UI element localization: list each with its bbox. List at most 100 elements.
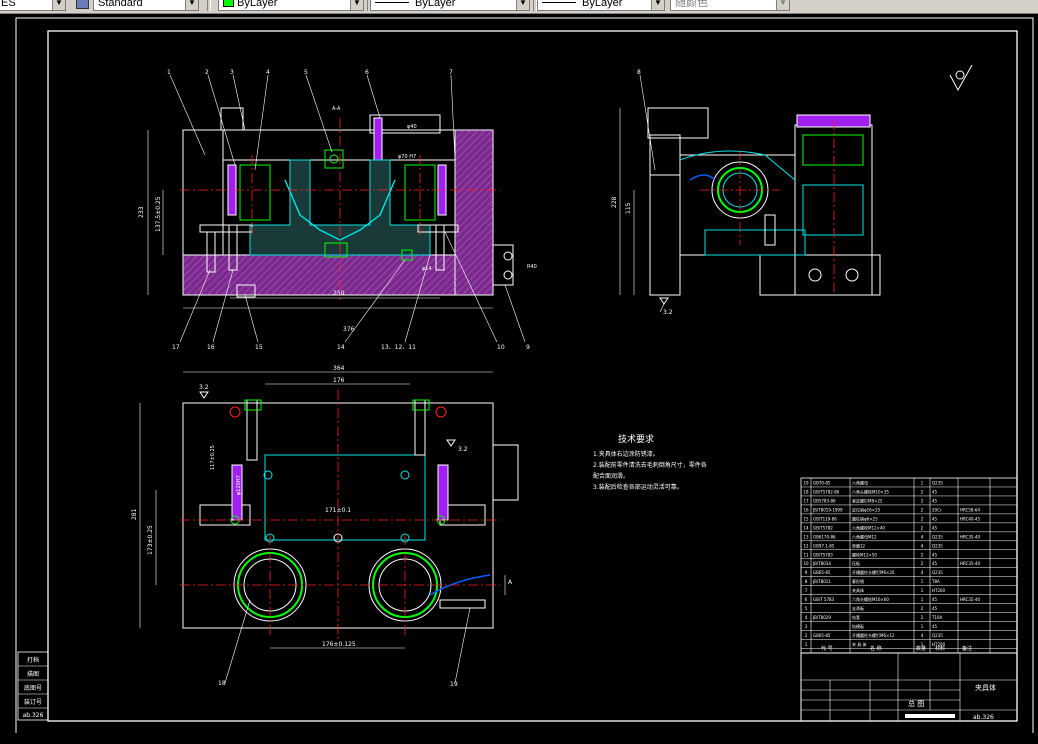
outer-border — [15, 17, 1034, 735]
bom-cell: 夹具体 — [852, 587, 864, 593]
bom-cell: T10A — [931, 615, 943, 620]
chevron-down-icon[interactable]: ▼ — [651, 0, 664, 10]
bom-cell: 4 — [921, 534, 924, 539]
bom-cell: 15 — [803, 516, 809, 521]
lineweight-dropdown[interactable]: ByLayer ▼ — [537, 0, 665, 11]
bom-cell: 4 — [805, 615, 808, 620]
dim-171: 171±0.1 — [325, 507, 351, 514]
text-style-dropdown[interactable]: Standard ▼ — [93, 0, 199, 11]
bom-cell: 2 — [921, 552, 924, 557]
linetype-dropdown[interactable]: ByLayer ▼ — [370, 0, 530, 11]
bom-cell: 45 — [932, 516, 938, 521]
label-18: 18 — [218, 680, 226, 687]
linetype-value: ByLayer — [415, 0, 456, 9]
bom-cell: GB/T 5783 — [813, 597, 835, 602]
bom-cell: 支承板 — [852, 605, 864, 611]
bom-cell: GB/T119-86 — [813, 516, 837, 521]
bom-cell: 2 — [921, 606, 924, 611]
label-7: 7 — [449, 69, 453, 76]
dim-r40: R40 — [527, 264, 537, 270]
bom-cell: T8A — [931, 579, 940, 584]
bom-cell: 12 — [803, 543, 809, 548]
chevron-down-icon[interactable]: ▼ — [52, 0, 65, 10]
bom-cell: 开槽圆柱头螺钉M6×20 — [852, 569, 895, 575]
col-header: 名 称 — [870, 645, 882, 652]
bom-cell: 2 — [921, 498, 924, 503]
bom-cell: 19 — [803, 480, 809, 485]
toolbar-separator — [207, 0, 211, 11]
layer-color-swatch — [223, 0, 234, 7]
bom-cell: 钻套 — [852, 614, 860, 620]
bom-cell: 定位销φ16×25 — [852, 506, 881, 512]
bom-cell: HRC58-64 — [960, 507, 980, 512]
drawing-canvas[interactable]: 打档 描图 底图号 装订号 ab.326 233 137.5±0.25 250 … — [0, 13, 1038, 739]
bom-cell: 5 — [805, 606, 808, 611]
text-style-icon[interactable] — [76, 0, 89, 9]
chevron-down-icon[interactable]: ▼ — [185, 0, 198, 10]
bom-cell: 2 — [921, 615, 924, 620]
bom-cell: 9 — [805, 570, 808, 575]
plot-style-dropdown[interactable]: 随颜色 ▼ — [670, 0, 790, 11]
color-value: ByLayer — [237, 0, 278, 9]
label-19: 19 — [450, 681, 458, 688]
bom-cell: Q235 — [932, 480, 943, 485]
cad-drawing[interactable]: 打档 描图 底图号 装订号 ab.326 233 137.5±0.25 250 … — [0, 13, 1038, 739]
bom-cell: 14 — [803, 525, 809, 530]
roughness-3-2a: 3.2 — [199, 384, 209, 391]
tech-req-line: 1.夹具体右边涂防锈漆。 — [593, 450, 659, 458]
bom-cell: GB5783-86 — [813, 498, 836, 503]
bom-cell: 钻模板 — [852, 623, 864, 629]
bom-cell: 1 — [921, 597, 924, 602]
bom-cell: 13 — [803, 534, 809, 539]
bom-cell: 45 — [932, 561, 938, 566]
bom-cell: 4 — [921, 543, 924, 548]
bom-cell: 1 — [921, 480, 924, 485]
bom-cell: GB65-85 — [813, 633, 831, 638]
dim-364: 364 — [333, 365, 345, 372]
bom-cell: 2 — [921, 516, 924, 521]
properties-toolbar: ES ▼ Standard ▼ ByLayer ▼ ByLayer ▼ ByLa… — [0, 0, 1038, 14]
bom-table: 19 GB70-85 六角螺母 1 Q23518 GB/T5782-86 六角头螺栓M10×… — [800, 477, 1018, 654]
col-header: 代 号 — [821, 645, 833, 652]
bom-cell: 45 — [932, 489, 938, 494]
tech-req-line: 3.装配后检查各部运动灵活可靠。 — [593, 483, 683, 491]
bom-cell: 18 — [803, 489, 809, 494]
chevron-down-icon[interactable]: ▼ — [350, 0, 363, 10]
roughness-3-2: 3.2 — [663, 309, 673, 316]
bom-cell: 2 — [921, 489, 924, 494]
bom-cell: 2 — [921, 525, 924, 530]
layer-dropdown-partial[interactable]: ES ▼ — [0, 0, 66, 11]
side-label: ab.326 — [23, 712, 44, 719]
label-10: 10 — [497, 344, 505, 351]
lineweight-value: ByLayer — [582, 0, 623, 9]
bom-cell: 1 — [921, 624, 924, 629]
bom-cell: JB/T8034 — [812, 561, 831, 566]
bom-cell: 45 — [932, 525, 938, 530]
label-15: 15 — [255, 344, 263, 351]
side-label: 底图号 — [24, 684, 42, 692]
col-header: 材料 — [935, 645, 945, 652]
bom-cell: 6 — [805, 597, 808, 602]
bom-cell: JB/T8011 — [812, 579, 831, 584]
bom-cell: 45 — [932, 552, 938, 557]
col-header: 数量 — [916, 645, 926, 652]
bom-cell: 六角螺母M12 — [852, 533, 877, 539]
bom-cell: 菱形销 — [852, 578, 864, 584]
bom-cell: 2 — [921, 507, 924, 512]
chevron-down-icon[interactable]: ▼ — [516, 0, 529, 10]
bom-cell: HRC35-40 — [960, 597, 980, 602]
color-dropdown[interactable]: ByLayer ▼ — [218, 0, 364, 11]
bom-cell: 紧定螺钉M8×25 — [852, 497, 883, 503]
roughness-symbol-icon — [949, 64, 973, 92]
col-header: 备注 — [962, 645, 972, 652]
section-mark-a: A — [508, 579, 513, 586]
bom-cell: 45 — [932, 606, 938, 611]
dim-173: 173±0.25 — [147, 525, 154, 555]
side-label: 装订号 — [24, 698, 42, 706]
bom-cell: 11 — [803, 552, 809, 557]
chevron-down-icon[interactable]: ▼ — [776, 0, 789, 10]
bom-cell: Q235 — [932, 633, 943, 638]
drawing-name: 夹具体 — [975, 683, 996, 692]
layer-dropdown-value: ES — [1, 0, 16, 9]
drawing-part: 总 图 — [908, 699, 924, 708]
